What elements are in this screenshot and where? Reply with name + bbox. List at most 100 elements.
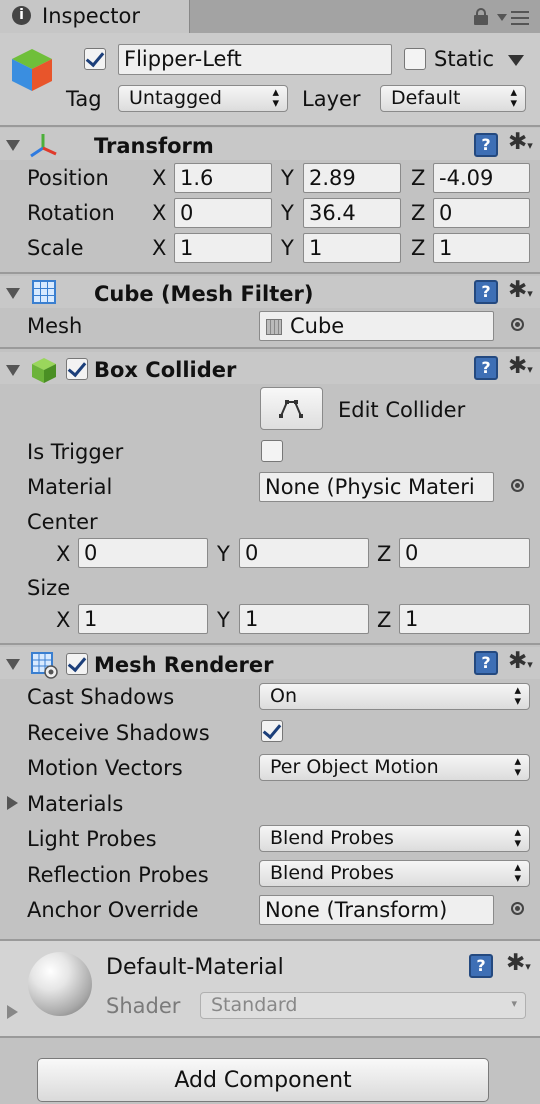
foldout-arrow-icon[interactable] — [6, 140, 20, 151]
updown-arrow-icon: ▴ ▾ — [510, 85, 517, 111]
add-component-button[interactable]: Add Component — [37, 1058, 489, 1102]
axis-y-label: Y — [217, 542, 230, 566]
shader-dropdown[interactable]: Standard ▾ — [200, 992, 526, 1019]
cast-shadows-value: On — [270, 685, 297, 707]
is-trigger-label: Is Trigger — [27, 440, 124, 464]
position-z-field[interactable]: -4.09 — [433, 163, 530, 193]
axis-x-label: X — [56, 608, 71, 632]
gear-icon[interactable]: ✱▾ — [508, 131, 533, 154]
edit-collider-button[interactable] — [260, 387, 323, 430]
mesh-renderer-enabled-checkbox[interactable] — [66, 653, 88, 675]
object-picker-icon[interactable] — [511, 318, 524, 331]
size-z-field[interactable]: 1 — [399, 604, 530, 634]
help-icon[interactable]: ? — [474, 356, 498, 380]
motion-vectors-dropdown[interactable]: Per Object Motion ▴ ▾ — [259, 754, 530, 781]
lock-icon[interactable] — [474, 8, 488, 25]
static-dropdown-arrow-icon[interactable] — [508, 55, 524, 66]
menu-icon[interactable] — [497, 10, 531, 26]
box-collider-enabled-checkbox[interactable] — [66, 358, 88, 380]
static-label: Static — [434, 47, 495, 71]
add-component-label: Add Component — [174, 1068, 352, 1093]
updown-arrow-icon: ▴ ▾ — [514, 754, 521, 780]
size-label: Size — [27, 576, 71, 600]
center-z-field[interactable]: 0 — [399, 538, 530, 568]
mesh-object-field[interactable]: Cube — [259, 311, 494, 341]
help-icon[interactable]: ? — [469, 954, 493, 978]
gameobject-cube-icon — [8, 45, 56, 93]
rotation-y-field[interactable]: 36.4 — [303, 198, 401, 228]
layer-value: Default — [391, 87, 461, 109]
reflection-probes-dropdown[interactable]: Blend Probes ▴ ▾ — [259, 860, 530, 887]
scale-x-field[interactable]: 1 — [174, 233, 272, 263]
cast-shadows-dropdown[interactable]: On ▴ ▾ — [259, 683, 530, 710]
mesh-filter-icon — [32, 280, 56, 304]
anchor-override-label: Anchor Override — [27, 898, 199, 922]
layer-dropdown[interactable]: Default ▴ ▾ — [380, 85, 526, 112]
motion-vectors-label: Motion Vectors — [27, 756, 183, 780]
static-checkbox[interactable] — [404, 48, 426, 70]
layer-label: Layer — [302, 87, 361, 111]
material-sphere-icon — [28, 952, 92, 1016]
rotation-label: Rotation — [27, 201, 115, 225]
info-icon: i — [12, 6, 31, 25]
dropdown-arrow-icon: ▾ — [511, 997, 517, 1010]
divider — [0, 347, 540, 349]
anchor-override-field[interactable]: None (Transform) — [259, 895, 494, 925]
receive-shadows-checkbox[interactable] — [261, 720, 283, 742]
is-trigger-checkbox[interactable] — [261, 440, 283, 462]
gear-icon[interactable]: ✱▾ — [506, 952, 531, 975]
center-x-field[interactable]: 0 — [78, 538, 208, 568]
transform-title: Transform — [94, 134, 214, 158]
center-y-field[interactable]: 0 — [239, 538, 369, 568]
foldout-arrow-icon[interactable] — [6, 288, 20, 299]
tab-inspector[interactable]: i Inspector — [0, 0, 190, 33]
mesh-filter-title: Cube (Mesh Filter) — [94, 282, 314, 306]
size-x-field[interactable]: 1 — [78, 604, 208, 634]
material-foldout-icon[interactable] — [7, 1005, 18, 1019]
mesh-value: Cube — [290, 314, 345, 338]
materials-label[interactable]: Materials — [27, 794, 123, 815]
tag-value: Untagged — [129, 87, 222, 109]
shader-value: Standard — [211, 994, 298, 1016]
divider — [0, 125, 540, 127]
object-picker-icon[interactable] — [511, 902, 524, 915]
light-probes-label: Light Probes — [27, 827, 157, 851]
scale-y-field[interactable]: 1 — [303, 233, 401, 263]
gear-icon[interactable]: ✱▾ — [508, 279, 533, 302]
materials-foldout-icon[interactable] — [7, 796, 18, 810]
rotation-z-field[interactable]: 0 — [433, 198, 530, 228]
rotation-x-field[interactable]: 0 — [174, 198, 272, 228]
box-collider-title: Box Collider — [94, 358, 237, 382]
edit-collider-label: Edit Collider — [338, 398, 466, 422]
foldout-arrow-icon[interactable] — [6, 659, 20, 670]
scale-label: Scale — [27, 236, 84, 260]
object-active-checkbox[interactable] — [84, 48, 106, 70]
axis-z-label: Z — [377, 542, 392, 566]
transform-header[interactable] — [0, 128, 540, 160]
mesh-icon — [266, 319, 282, 335]
axis-y-label: Y — [281, 236, 294, 260]
foldout-arrow-icon[interactable] — [6, 365, 20, 376]
box-collider-icon — [30, 356, 58, 384]
tag-dropdown[interactable]: Untagged ▴ ▾ — [118, 85, 288, 112]
reflection-probes-label: Reflection Probes — [27, 863, 209, 887]
mesh-renderer-title: Mesh Renderer — [94, 653, 274, 677]
reflection-probes-value: Blend Probes — [270, 862, 394, 884]
help-icon[interactable]: ? — [474, 280, 498, 304]
help-icon[interactable]: ? — [474, 651, 498, 675]
physic-material-field[interactable]: None (Physic Materi — [259, 472, 494, 502]
scale-z-field[interactable]: 1 — [433, 233, 530, 263]
position-x-field[interactable]: 1.6 — [174, 163, 272, 193]
gear-icon[interactable]: ✱▾ — [508, 650, 533, 673]
object-picker-icon[interactable] — [511, 479, 524, 492]
object-name-field[interactable]: Flipper-Left — [118, 44, 392, 75]
size-y-field[interactable]: 1 — [239, 604, 369, 634]
mesh-renderer-icon — [30, 651, 58, 679]
axis-x-label: X — [152, 236, 167, 260]
updown-arrow-icon: ▴ ▾ — [514, 683, 521, 709]
position-y-field[interactable]: 2.89 — [303, 163, 401, 193]
light-probes-dropdown[interactable]: Blend Probes ▴ ▾ — [259, 825, 530, 852]
gear-icon[interactable]: ✱▾ — [508, 355, 533, 378]
help-icon[interactable]: ? — [474, 133, 498, 157]
tag-label: Tag — [66, 87, 102, 111]
